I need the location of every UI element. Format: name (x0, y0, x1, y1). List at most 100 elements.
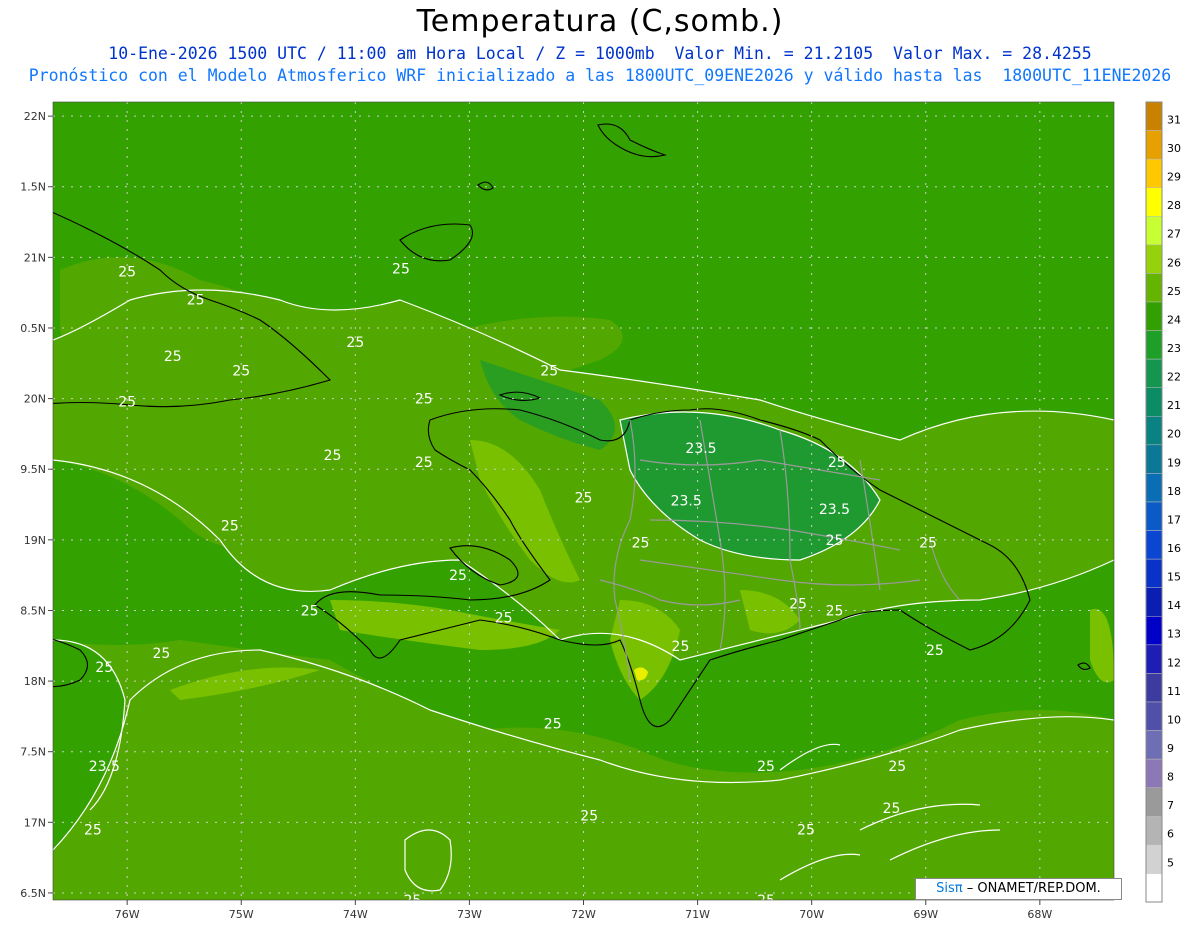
color-scale-label: 22 (1167, 371, 1181, 384)
contour-label: 25 (757, 759, 775, 775)
color-scale-swatch (1145, 701, 1163, 731)
color-scale-swatch (1145, 216, 1163, 246)
color-scale-label: 7 (1167, 799, 1174, 812)
contour-label: 25 (415, 392, 433, 408)
color-scale-label: 26 (1167, 256, 1181, 269)
y-tick-label: 9.5N (20, 463, 46, 476)
color-scale-swatch (1145, 730, 1163, 760)
x-tick-label: 71W (685, 908, 710, 921)
contour-label: 25 (826, 603, 844, 619)
color-scale-label: 24 (1167, 313, 1181, 326)
color-scale-swatch (1145, 330, 1163, 360)
contour-label: 25 (346, 335, 364, 351)
x-tick-label: 74W (343, 908, 368, 921)
color-scale-label: 31 (1167, 113, 1181, 126)
color-scale-bar: 31 30 29 28 27 26 25 24 23 22 21 20 19 18 17 16 15 14 13 12… (1145, 101, 1181, 903)
color-scale-swatch (1145, 273, 1163, 303)
contour-label: 25 (449, 568, 467, 584)
contour-label: 23.5 (671, 493, 702, 509)
contour-label: 25 (580, 808, 598, 824)
contour-label: 25 (164, 349, 182, 365)
contour-label: 25 (495, 611, 513, 627)
color-scale-label: 15 (1167, 571, 1181, 584)
x-tick-label: 70W (799, 908, 824, 921)
color-scale-swatch (1145, 873, 1163, 903)
color-scale-label: 14 (1167, 599, 1181, 612)
color-scale-swatch (1145, 187, 1163, 217)
x-tick-label: 69W (913, 908, 938, 921)
color-scale-swatch (1145, 416, 1163, 446)
color-scale-swatch (1145, 444, 1163, 474)
color-scale-swatch (1145, 673, 1163, 703)
contour-label: 25 (118, 394, 136, 410)
contour-label: 25 (919, 536, 937, 552)
color-scale-swatch (1145, 616, 1163, 646)
contour-label: 25 (544, 716, 562, 732)
color-scale-label: 10 (1167, 713, 1181, 726)
color-scale-swatch (1145, 558, 1163, 588)
color-scale-swatch (1145, 587, 1163, 617)
color-scale-swatch (1145, 473, 1163, 503)
contour-label: 23.5 (685, 441, 716, 457)
contour-label: 25 (84, 822, 102, 838)
map-area: 25 25 25 25 25 25 25 25 25 25 25 25 25 25 25 25 25 25 25 23… (20, 101, 1115, 921)
contour-label: 25 (392, 262, 410, 278)
contour-label: 25 (187, 293, 205, 309)
contour-label: 25 (152, 646, 170, 662)
color-scale-label: 6 (1167, 828, 1174, 841)
color-scale-labels: 31 30 29 28 27 26 25 24 23 22 21 20 19 18 17 16 15 14 13 12… (1167, 113, 1181, 869)
x-tick-label: 72W (571, 908, 596, 921)
y-tick-label: 20N (24, 393, 46, 406)
color-scale-swatch (1145, 358, 1163, 388)
contour-label: 25 (221, 519, 239, 535)
contour-label: 25 (415, 455, 433, 471)
contour-label: 25 (828, 455, 846, 471)
color-scale-label: 29 (1167, 171, 1181, 184)
x-tick-label: 68W (1027, 908, 1052, 921)
sistpi-brand: Sisπ (936, 881, 963, 896)
x-tick-label: 76W (115, 908, 140, 921)
contour-label: 25 (232, 363, 250, 379)
color-scale-swatch (1145, 844, 1163, 874)
y-tick-label: 21N (24, 251, 46, 264)
contour-label: 25 (632, 536, 650, 552)
contour-label: 25 (826, 533, 844, 549)
y-tick-label: 8.5N (20, 604, 46, 617)
color-scale-swatch (1145, 816, 1163, 846)
y-tick-label: 0.5N (20, 322, 46, 335)
contour-label: 25 (540, 363, 558, 379)
y-tick-label: 6.5N (20, 887, 46, 900)
contour-label: 23.5 (819, 502, 850, 518)
contour-label: 25 (95, 660, 113, 676)
color-scale-label: 23 (1167, 342, 1181, 355)
color-scale-label: 28 (1167, 199, 1181, 212)
y-tick-label: 17N (24, 816, 46, 829)
color-scale-label: 12 (1167, 656, 1181, 669)
color-scale-swatch (1145, 758, 1163, 788)
color-scale-label: 16 (1167, 542, 1181, 555)
x-tick-label: 73W (457, 908, 482, 921)
color-scale-swatch (1145, 130, 1163, 160)
contour-label: 25 (757, 893, 775, 909)
y-tick-label: 22N (24, 110, 46, 123)
color-scale-swatch (1145, 387, 1163, 417)
color-scale-swatch (1145, 301, 1163, 331)
contour-label: 25 (883, 801, 901, 817)
x-tick-label: 75W (229, 908, 254, 921)
color-scale-label: 17 (1167, 513, 1181, 526)
color-scale-label: 8 (1167, 771, 1174, 784)
contour-label: 25 (797, 822, 815, 838)
contour-label: 25 (575, 490, 593, 506)
contour-label: 25 (672, 639, 690, 655)
credit-box: Sisπ – ONAMET/REP.DOM. (915, 878, 1122, 900)
color-scale-label: 20 (1167, 428, 1181, 441)
longitude-axis: 76W 75W 74W 73W 72W 71W 70W 69W 68W (115, 900, 1052, 921)
color-scale-label: 9 (1167, 742, 1174, 755)
color-scale-swatch (1145, 644, 1163, 674)
contour-label: 25 (324, 448, 342, 464)
contour-label: 23.5 (89, 759, 120, 775)
color-scale-swatches (1145, 101, 1163, 903)
contour-label: 25 (789, 596, 807, 612)
color-scale-label: 18 (1167, 485, 1181, 498)
color-scale-label: 21 (1167, 399, 1181, 412)
